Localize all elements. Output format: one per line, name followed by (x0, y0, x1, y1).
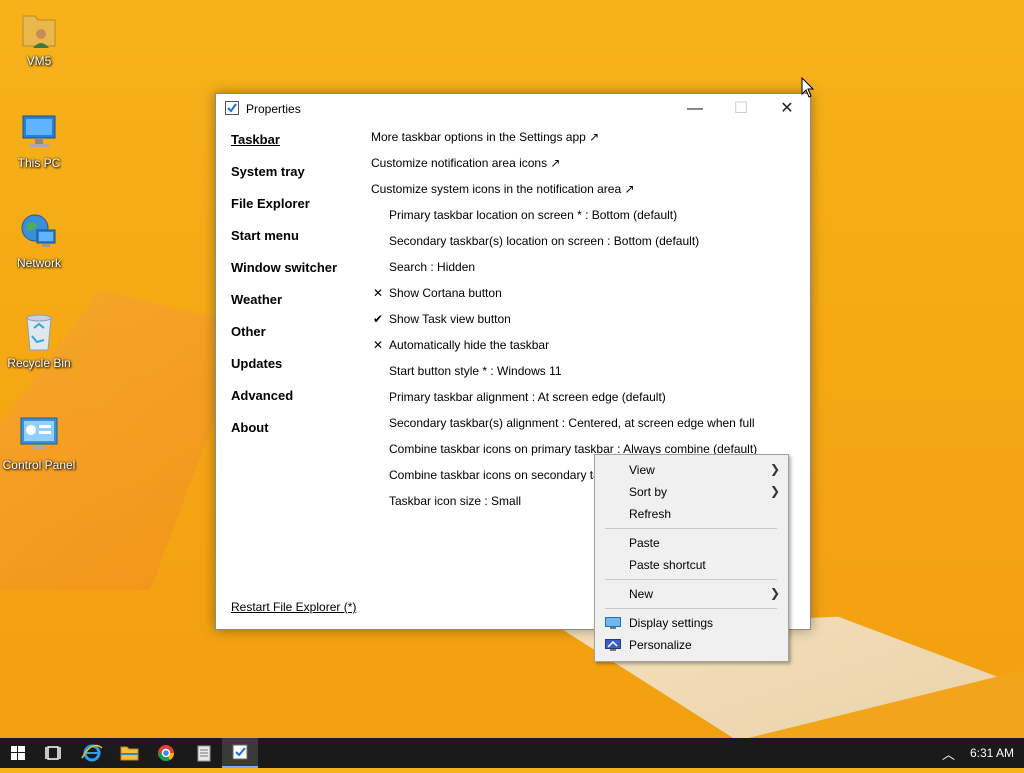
option-text: Secondary taskbar(s) location on screen … (389, 234, 700, 248)
notepad-button[interactable] (186, 738, 222, 768)
chrome-icon (157, 745, 175, 762)
desktop-icon-network[interactable]: Network (0, 210, 78, 270)
menu-item-label: Paste (629, 536, 660, 550)
task-view-icon (45, 746, 61, 760)
desktop-icon-label: This PC (17, 156, 61, 170)
maximize-button[interactable]: ☐ (718, 94, 764, 124)
desktop-icon-vm5[interactable]: VM5 (0, 8, 78, 68)
option-text: Secondary taskbar(s) alignment : Centere… (389, 416, 755, 430)
sidebar-item-window-switcher[interactable]: Window switcher (231, 260, 337, 292)
file-explorer-button[interactable] (111, 738, 147, 768)
menu-item-view[interactable]: View ❯ (595, 459, 788, 481)
menu-item-label: New (629, 587, 654, 601)
desktop-icon-label: Network (16, 256, 61, 270)
properties-taskbar-button[interactable] (222, 738, 258, 768)
menu-item-new[interactable]: New ❯ (595, 583, 788, 605)
sidebar-item-about[interactable]: About (231, 420, 337, 452)
window-title: Properties (246, 102, 301, 116)
cross-mark-icon: ✕ (372, 286, 384, 300)
check-mark-icon: ✔ (372, 312, 384, 326)
display-settings-icon (605, 617, 621, 629)
menu-separator (605, 528, 777, 529)
clock[interactable]: 6:31 AM (970, 746, 1014, 760)
option-text: Search : Hidden (389, 260, 476, 274)
mouse-cursor-icon (801, 76, 815, 104)
link-text: Customize notification area icons ↗ (371, 156, 561, 170)
sidebar-item-weather[interactable]: Weather (231, 292, 337, 324)
internet-explorer-button[interactable] (74, 738, 110, 768)
menu-item-refresh[interactable]: Refresh (595, 503, 788, 525)
taskbar: ︿ 6:31 AM (0, 738, 1024, 768)
option-text: Taskbar icon size : Small (389, 494, 522, 508)
menu-item-label: Refresh (629, 507, 672, 521)
link-text: More taskbar options in the Settings app… (371, 130, 600, 144)
show-hidden-icons-button[interactable]: ︿ (942, 744, 955, 763)
computer-icon (17, 110, 61, 154)
desktop-icon-this-pc[interactable]: This PC (0, 110, 78, 170)
sidebar-item-advanced[interactable]: Advanced (231, 388, 337, 420)
sidebar-item-taskbar[interactable]: Taskbar (231, 132, 337, 164)
notepad-icon (197, 745, 211, 762)
option-text: Primary taskbar location on screen * : B… (389, 208, 678, 222)
menu-item-sort-by[interactable]: Sort by ❯ (595, 481, 788, 503)
option-text: Show Cortana button (389, 286, 502, 300)
personalize-icon (605, 639, 621, 651)
properties-check-icon (232, 744, 248, 760)
option-text: Combine taskbar icons on secondary ta (389, 468, 600, 482)
desktop-context-menu: View ❯ Sort by ❯ Refresh Paste Paste sho… (594, 454, 789, 662)
restart-file-explorer-link[interactable]: Restart File Explorer (*) (231, 600, 356, 614)
user-folder-icon (17, 8, 61, 52)
cross-mark-icon: ✕ (372, 338, 384, 352)
menu-item-paste[interactable]: Paste (595, 532, 788, 554)
option-text: Show Task view button (389, 312, 511, 326)
chevron-right-icon: ❯ (769, 484, 780, 498)
sidebar-item-updates[interactable]: Updates (231, 356, 337, 388)
desktop-icon-recycle-bin[interactable]: Recycle Bin (0, 310, 78, 370)
menu-item-label: Paste shortcut (629, 558, 706, 572)
menu-item-label: Personalize (629, 638, 692, 652)
menu-item-display-settings[interactable]: Display settings (595, 612, 788, 634)
sidebar-item-file-explorer[interactable]: File Explorer (231, 196, 337, 228)
sidebar-item-other[interactable]: Other (231, 324, 337, 356)
menu-item-label: Display settings (629, 616, 714, 630)
option-text: Primary taskbar alignment : At screen ed… (389, 390, 666, 404)
desktop-icon-control-panel[interactable]: Control Panel (0, 412, 78, 472)
start-button[interactable] (0, 738, 36, 768)
properties-check-icon (225, 101, 239, 115)
option-text: Automatically hide the taskbar (389, 338, 550, 352)
chrome-button[interactable] (148, 738, 184, 768)
control-panel-icon (17, 412, 61, 456)
link-text: Customize system icons in the notificati… (371, 182, 635, 196)
minimize-button[interactable]: — (672, 94, 718, 124)
sidebar: Taskbar System tray File Explorer Start … (231, 132, 337, 452)
menu-separator (605, 579, 777, 580)
task-view-button[interactable] (36, 738, 72, 768)
desktop-icon-label: VM5 (26, 54, 52, 68)
desktop-icon-label: Control Panel (2, 458, 76, 472)
desktop-icon-label: Recycle Bin (7, 356, 71, 370)
recycle-bin-icon (17, 310, 61, 354)
menu-item-label: View (629, 463, 655, 477)
file-explorer-icon (120, 746, 139, 761)
menu-item-personalize[interactable]: Personalize (595, 634, 788, 656)
internet-explorer-icon (81, 744, 103, 762)
option-text: Start button style * : Windows 11 (389, 364, 562, 378)
menu-item-paste-shortcut[interactable]: Paste shortcut (595, 554, 788, 576)
sidebar-item-start-menu[interactable]: Start menu (231, 228, 337, 260)
chevron-right-icon: ❯ (769, 462, 780, 476)
title-bar[interactable]: Properties — ☐ ✕ (216, 94, 810, 124)
network-globe-icon (17, 210, 61, 254)
start-icon (11, 746, 25, 760)
chevron-right-icon: ❯ (769, 586, 780, 600)
menu-item-label: Sort by (629, 485, 668, 499)
sidebar-item-system-tray[interactable]: System tray (231, 164, 337, 196)
menu-separator (605, 608, 777, 609)
